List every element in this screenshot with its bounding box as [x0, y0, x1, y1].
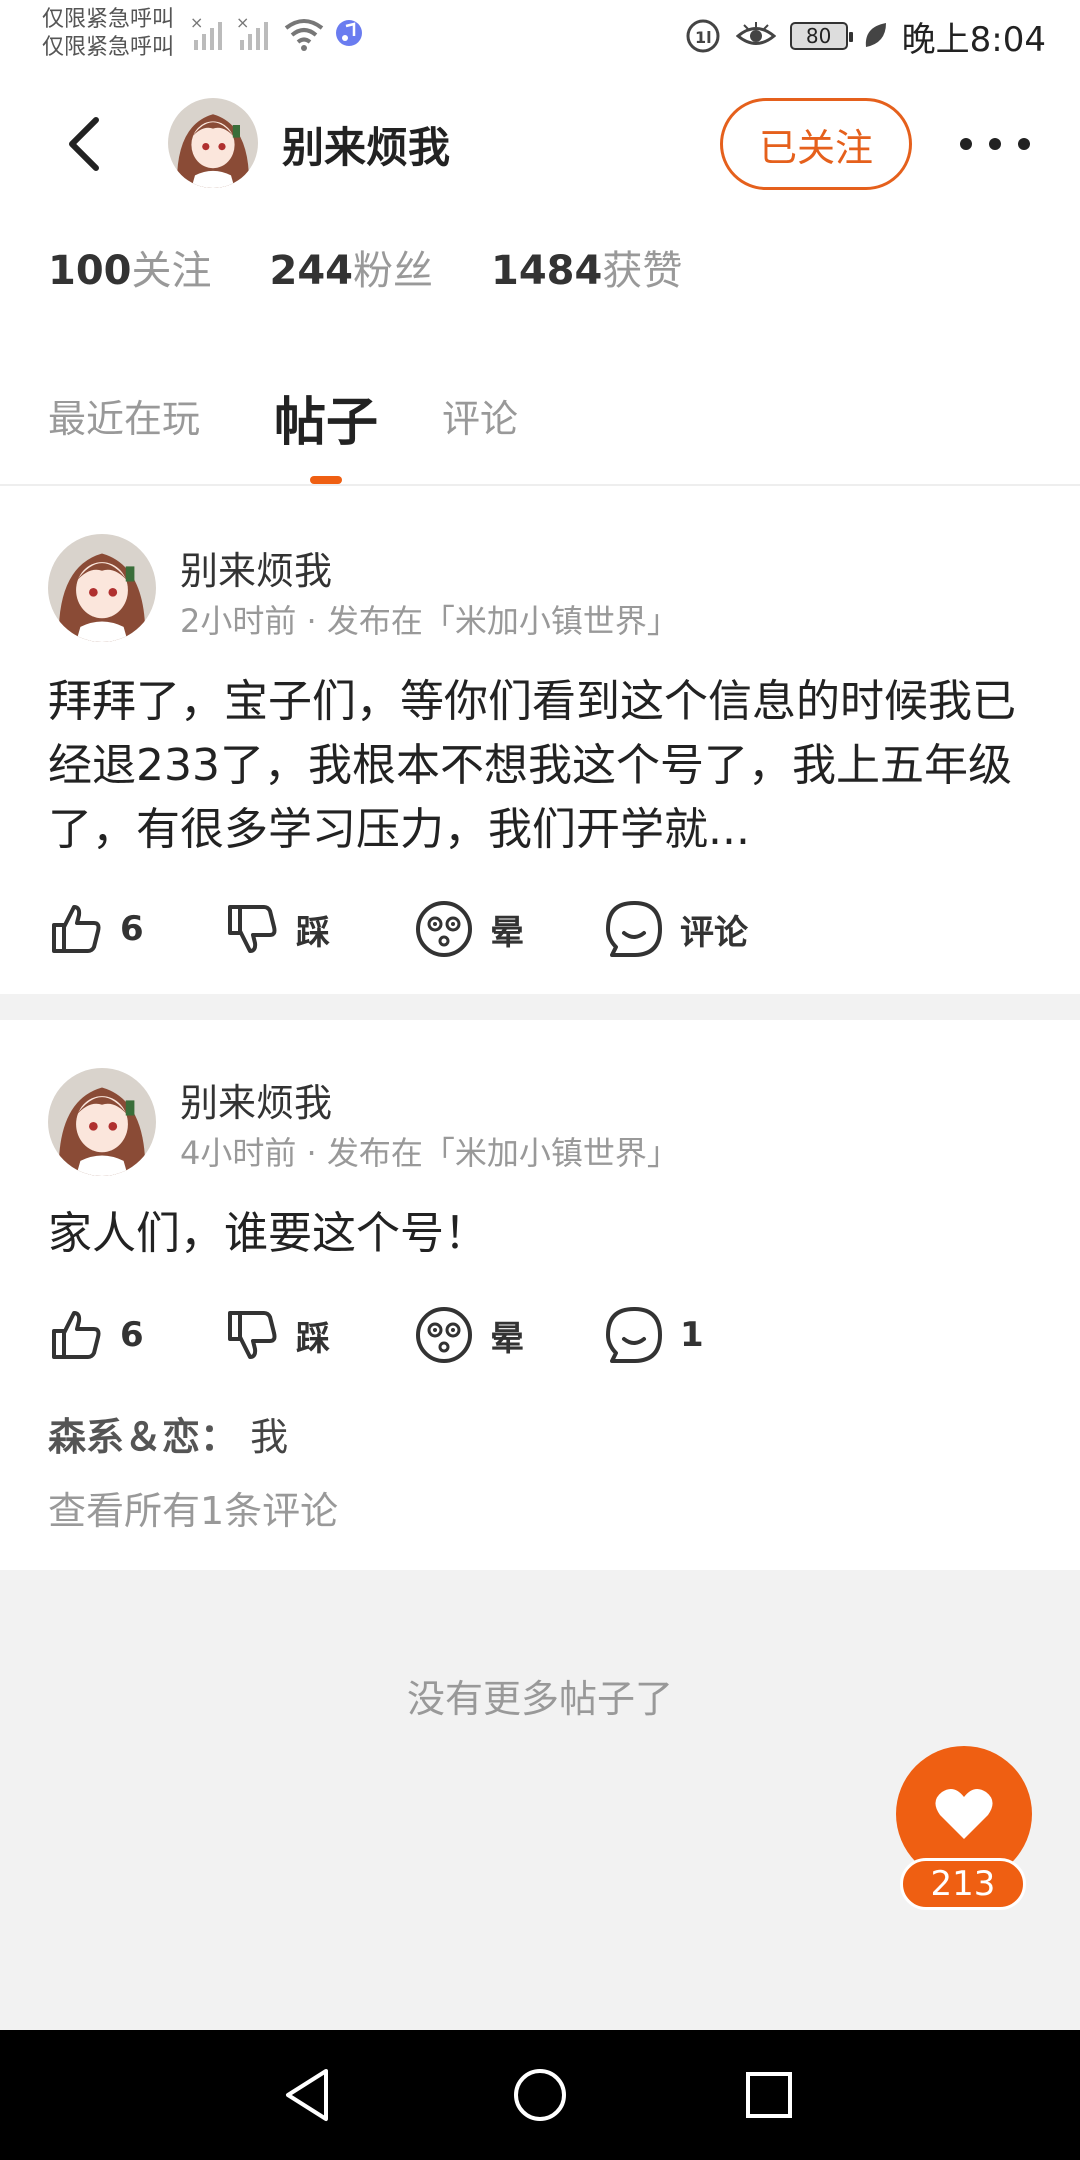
dizzy-face-icon	[416, 1307, 472, 1363]
comment-count: 1	[680, 1315, 704, 1355]
like-count: 6	[120, 909, 144, 949]
status-right: 1l 80 晚上8:04	[684, 14, 1046, 60]
dizzy-button[interactable]: 晕	[414, 894, 524, 964]
eye-comfort-icon	[735, 22, 776, 45]
post-card[interactable]: 别来烦我 2小时前 · 发布在「米加小镇世界」 拜拜了，宝子们，等你们看到这个信…	[0, 488, 1080, 994]
music-app-icon	[336, 20, 362, 46]
comment-button[interactable]: 评论	[604, 894, 748, 964]
comment-button[interactable]: 1	[604, 1300, 704, 1370]
wifi-icon	[284, 19, 324, 51]
profile-tabs: 最近在玩 帖子 评论	[0, 380, 1080, 486]
circle-home-icon	[514, 2069, 566, 2121]
nav-recents-button[interactable]	[734, 2060, 804, 2130]
post-card[interactable]: 别来烦我 4小时前 · 发布在「米加小镇世界」 家人们，谁要这个号！ 6 踩 晕	[0, 1020, 1080, 1570]
comment-username: 森系＆恋：	[48, 1415, 239, 1459]
back-arrow-icon[interactable]	[60, 116, 110, 172]
signal-icon-2: ×	[236, 14, 268, 50]
profile-name: 别来烦我	[282, 123, 451, 172]
stat-label: 粉丝	[353, 248, 433, 294]
stat-label: 关注	[131, 248, 212, 294]
stat-following[interactable]: 100关注	[48, 238, 212, 296]
comment-label: 评论	[680, 912, 748, 953]
post-body[interactable]: 家人们，谁要这个号！	[48, 1202, 1038, 1266]
battery-level: 80	[805, 24, 832, 48]
profile-header: 别来烦我 已关注	[0, 88, 1080, 198]
thumbs-up-icon	[52, 905, 101, 953]
avatar[interactable]	[48, 1068, 156, 1176]
dizzy-label: 晕	[490, 912, 524, 953]
triangle-back-icon	[286, 2069, 328, 2121]
stat-followers[interactable]: 244粉丝	[270, 238, 434, 296]
post-meta: 4小时前 · 发布在「米加小镇世界」	[180, 1134, 679, 1172]
like-total-badge: 213	[900, 1858, 1026, 1910]
nav-back-button[interactable]	[272, 2060, 342, 2130]
dislike-label: 踩	[296, 912, 330, 953]
square-recents-icon	[746, 2072, 792, 2118]
dizzy-button[interactable]: 晕	[414, 1300, 524, 1370]
stat-number: 100	[48, 248, 132, 294]
like-button[interactable]: 6	[48, 894, 144, 964]
post-body[interactable]: 拜拜了，宝子们，等你们看到这个信息的时候我已经退233了，我根本不想我这个号了，…	[48, 670, 1038, 862]
post-author[interactable]: 别来烦我	[180, 540, 332, 595]
carrier-text: 仅限紧急呼叫 仅限紧急呼叫	[42, 6, 174, 62]
carrier-line-1: 仅限紧急呼叫	[42, 7, 175, 32]
system-nav-bar	[0, 2030, 1080, 2160]
tab-comments[interactable]: 评论	[442, 388, 518, 443]
battery-icon: 80	[789, 22, 853, 50]
svg-text:×: ×	[236, 14, 249, 32]
svg-text:×: ×	[190, 14, 203, 32]
comment-bubble-icon	[606, 1307, 662, 1363]
avatar[interactable]	[48, 534, 156, 642]
dislike-button[interactable]: 踩	[224, 894, 330, 964]
dizzy-label: 晕	[490, 1318, 524, 1359]
dislike-label: 踩	[296, 1318, 330, 1359]
thumbs-down-icon	[228, 1311, 277, 1359]
like-button[interactable]: 6	[48, 1300, 144, 1370]
avatar[interactable]	[168, 98, 258, 188]
dislike-button[interactable]: 踩	[224, 1300, 330, 1370]
comment-preview[interactable]: 森系＆恋： 我	[48, 1406, 288, 1461]
status-bar: 仅限紧急呼叫 仅限紧急呼叫 × × 1l 80 晚上8:04	[0, 0, 1080, 72]
tab-indicator	[310, 476, 342, 484]
data-saver-icon: 1l	[686, 19, 720, 53]
comment-bubble-icon	[606, 901, 662, 957]
divider	[0, 994, 1080, 1020]
leaf-icon	[865, 23, 886, 47]
post-meta: 2小时前 · 发布在「米加小镇世界」	[180, 602, 679, 640]
post-author[interactable]: 别来烦我	[180, 1072, 332, 1127]
carrier-line-2: 仅限紧急呼叫	[42, 35, 175, 60]
tab-posts[interactable]: 帖子	[274, 380, 378, 455]
thumbs-up-icon	[52, 1311, 101, 1359]
heart-icon	[935, 1788, 993, 1839]
post-actions: 6 踩 晕 评论	[48, 894, 1048, 964]
more-options-icon[interactable]	[960, 124, 1030, 164]
stat-number: 244	[269, 248, 354, 294]
stat-label: 获赞	[602, 248, 683, 294]
tab-recent-play[interactable]: 最近在玩	[48, 388, 200, 443]
like-count: 6	[120, 1315, 144, 1355]
post-actions: 6 踩 晕 1	[48, 1300, 1048, 1370]
clock: 晚上8:04	[901, 19, 1046, 60]
view-all-comments-link[interactable]: 查看所有1条评论	[48, 1480, 338, 1535]
comment-text: 我	[250, 1415, 289, 1459]
svg-text:1l: 1l	[695, 28, 712, 47]
following-button[interactable]: 已关注	[720, 98, 912, 190]
dizzy-face-icon	[416, 901, 472, 957]
signal-icon: ×	[190, 14, 222, 50]
profile-stats: 100关注 244粉丝 1484获赞	[48, 238, 682, 296]
stat-number: 1484	[491, 248, 603, 294]
thumbs-down-icon	[228, 905, 277, 953]
stat-likes: 1484获赞	[491, 238, 682, 296]
no-more-posts: 没有更多帖子了	[406, 1677, 673, 1721]
nav-home-button[interactable]	[505, 2060, 575, 2130]
